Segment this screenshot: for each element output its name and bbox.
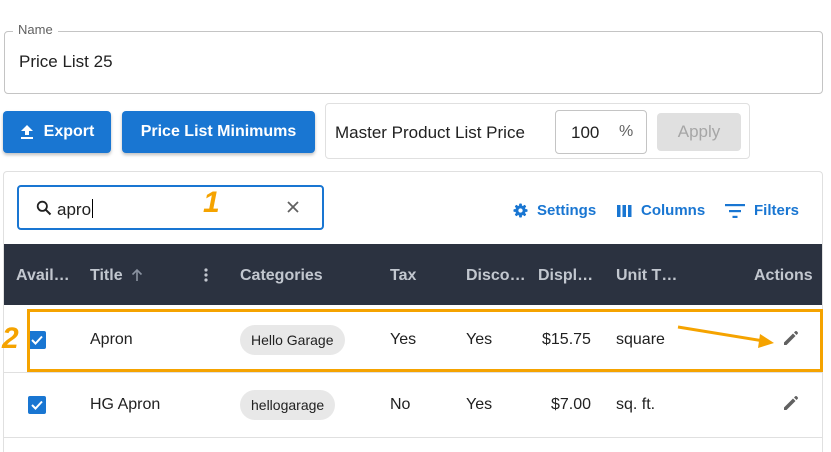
apply-label: Apply bbox=[677, 122, 721, 141]
filter-icon bbox=[725, 203, 745, 218]
master-price-label: Master Product List Price bbox=[335, 123, 525, 142]
columns-icon bbox=[617, 204, 632, 217]
tax-cell: No bbox=[390, 396, 411, 413]
name-input-value[interactable]: Price List 25 bbox=[19, 52, 113, 72]
upload-icon bbox=[20, 124, 33, 139]
settings-label: Settings bbox=[537, 202, 597, 219]
search-value: apro bbox=[57, 199, 94, 219]
column-header-actions: Actions bbox=[754, 267, 813, 284]
sort-arrow-icon[interactable] bbox=[131, 268, 143, 282]
annotation-arrow-icon bbox=[677, 325, 774, 348]
table-header: Avail… Title Categories Tax Disco… Displ… bbox=[4, 244, 822, 305]
available-checkbox[interactable] bbox=[28, 396, 46, 414]
search-input[interactable]: apro bbox=[17, 185, 324, 230]
settings-button[interactable]: Settings bbox=[513, 202, 596, 219]
table-row[interactable]: HG Apron hellogarage No Yes $7.00 sq. ft… bbox=[4, 374, 822, 438]
column-header-available[interactable]: Avail… bbox=[16, 267, 70, 285]
search-icon bbox=[36, 200, 52, 216]
column-header-discount[interactable]: Disco… bbox=[466, 267, 526, 285]
name-field[interactable]: Price List 25 bbox=[4, 31, 823, 94]
close-icon[interactable] bbox=[285, 199, 301, 215]
title-cell: HG Apron bbox=[90, 396, 161, 413]
discount-cell: Yes bbox=[466, 396, 493, 413]
display-price-cell: $7.00 bbox=[551, 396, 592, 413]
checkmark-icon bbox=[31, 400, 43, 410]
column-header-display-price[interactable]: Displ… bbox=[538, 267, 593, 285]
column-header-title[interactable]: Title bbox=[90, 267, 123, 285]
annotation-step-1: 1 bbox=[203, 186, 220, 219]
percent-sign: % bbox=[619, 123, 634, 140]
column-header-unit-type[interactable]: Unit T… bbox=[616, 267, 677, 285]
price-list-minimums-label: Price List Minimums bbox=[140, 123, 297, 140]
column-header-tax[interactable]: Tax bbox=[390, 267, 416, 285]
filters-label: Filters bbox=[754, 202, 800, 219]
master-price-panel: Master Product List Price 100 % Apply bbox=[325, 103, 750, 159]
unit-type-cell: sq. ft. bbox=[616, 396, 656, 413]
export-label: Export bbox=[43, 123, 95, 140]
columns-label: Columns bbox=[641, 202, 706, 219]
price-list-minimums-button[interactable]: Price List Minimums bbox=[122, 111, 315, 153]
edit-icon[interactable] bbox=[782, 395, 799, 412]
gear-icon bbox=[513, 203, 528, 218]
column-menu-icon[interactable] bbox=[204, 268, 208, 282]
percent-input[interactable]: 100 % bbox=[555, 110, 647, 154]
filters-button[interactable]: Filters bbox=[725, 202, 799, 219]
apply-button[interactable]: Apply bbox=[657, 113, 741, 151]
annotation-step-2: 2 bbox=[2, 322, 19, 355]
name-label: Name bbox=[13, 22, 58, 37]
export-button[interactable]: Export bbox=[3, 111, 111, 153]
percent-value: 100 bbox=[571, 123, 600, 142]
category-chip: hellogarage bbox=[240, 390, 336, 420]
column-header-categories[interactable]: Categories bbox=[240, 267, 323, 285]
columns-button[interactable]: Columns bbox=[617, 202, 705, 219]
